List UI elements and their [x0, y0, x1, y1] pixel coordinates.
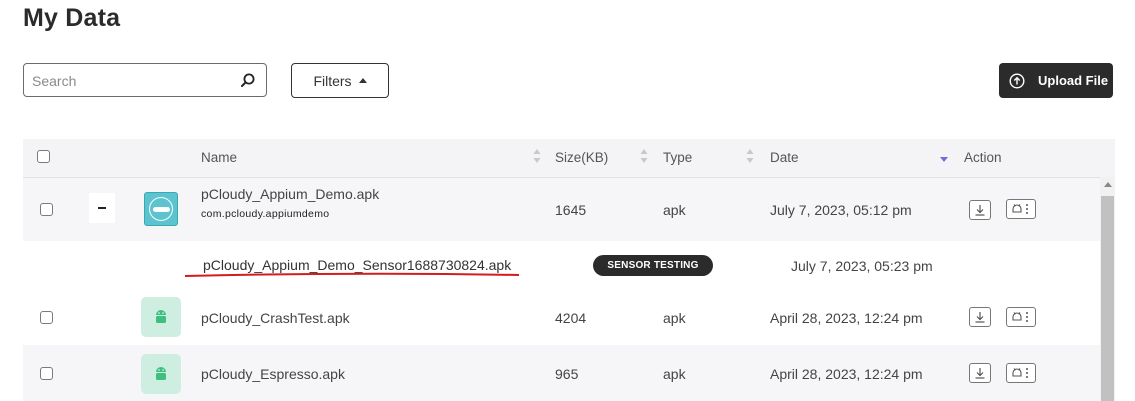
filters-button[interactable]: Filters [291, 63, 389, 98]
upload-file-button[interactable]: Upload File [999, 63, 1113, 98]
pcloudy-logo-icon [144, 192, 178, 226]
sort-type-icon[interactable] [746, 148, 754, 164]
android-more-icon [1012, 204, 1028, 214]
file-type: apk [663, 310, 686, 326]
upload-file-label: Upload File [1038, 73, 1109, 88]
android-icon [141, 354, 181, 394]
table-row[interactable]: pCloudy_CrashTest.apk 4204 apk April 28,… [23, 291, 1100, 345]
collapse-button[interactable] [89, 193, 115, 223]
upload-icon [1009, 72, 1025, 89]
column-header-name[interactable]: Name [201, 150, 237, 165]
sensor-file-date: July 7, 2023, 05:23 pm [791, 258, 933, 274]
file-size: 1645 [555, 202, 587, 218]
download-button[interactable] [969, 200, 991, 220]
data-table: Name Size(KB) Type Date Action pCloudy_A… [23, 139, 1115, 401]
row-checkbox[interactable] [40, 311, 53, 324]
sort-date-desc-icon[interactable] [940, 148, 948, 164]
file-date: July 7, 2023, 05:12 pm [770, 202, 912, 218]
select-all-checkbox[interactable] [37, 150, 50, 163]
android-more-icon [1012, 368, 1028, 378]
row-checkbox[interactable] [40, 203, 53, 216]
column-header-type[interactable]: Type [663, 150, 692, 165]
scrollbar-thumb[interactable] [1101, 196, 1114, 401]
file-name: pCloudy_Espresso.apk [201, 366, 345, 382]
caret-up-icon [358, 78, 367, 83]
column-header-action: Action [964, 150, 1002, 165]
download-icon [975, 205, 985, 216]
scroll-up-arrow-icon[interactable] [1104, 182, 1112, 187]
column-header-size[interactable]: Size(KB) [555, 150, 608, 165]
file-size: 965 [555, 366, 579, 382]
filters-label: Filters [313, 72, 352, 89]
table-row[interactable]: pCloudy_Appium_Demo.apk com.pcloudy.appi… [23, 178, 1100, 241]
android-more-icon [1012, 312, 1028, 322]
file-name: pCloudy_CrashTest.apk [201, 310, 350, 326]
search-box[interactable] [23, 63, 267, 98]
red-underline-annotation [184, 272, 520, 277]
download-icon [975, 368, 985, 379]
sort-size-icon[interactable] [640, 148, 648, 164]
table-row[interactable]: pCloudy_Espresso.apk 965 apk April 28, 2… [23, 345, 1100, 401]
search-input[interactable] [24, 64, 234, 98]
table-header: Name Size(KB) Type Date Action [23, 139, 1115, 178]
file-type: apk [663, 366, 686, 382]
device-actions-button[interactable] [1006, 199, 1036, 219]
file-date: April 28, 2023, 12:24 pm [770, 310, 923, 326]
sensor-testing-badge: SENSOR TESTING [593, 255, 713, 276]
package-name: com.pcloudy.appiumdemo [201, 208, 330, 220]
file-size: 4204 [555, 310, 587, 326]
android-icon [141, 297, 181, 337]
file-date: April 28, 2023, 12:24 pm [770, 366, 923, 382]
device-actions-button[interactable] [1006, 307, 1036, 327]
download-button[interactable] [969, 307, 991, 327]
table-subrow[interactable]: pCloudy_Appium_Demo_Sensor1688730824.apk… [23, 241, 1100, 292]
download-button[interactable] [969, 363, 991, 383]
file-type: apk [663, 202, 686, 218]
sort-name-icon[interactable] [533, 148, 541, 164]
page-title: My Data [23, 4, 121, 32]
device-actions-button[interactable] [1006, 363, 1036, 383]
minus-icon [98, 207, 106, 209]
download-icon [975, 312, 985, 323]
file-name: pCloudy_Appium_Demo.apk [201, 186, 380, 202]
column-header-date[interactable]: Date [770, 150, 799, 165]
row-checkbox[interactable] [40, 367, 53, 380]
search-icon[interactable] [240, 72, 256, 88]
